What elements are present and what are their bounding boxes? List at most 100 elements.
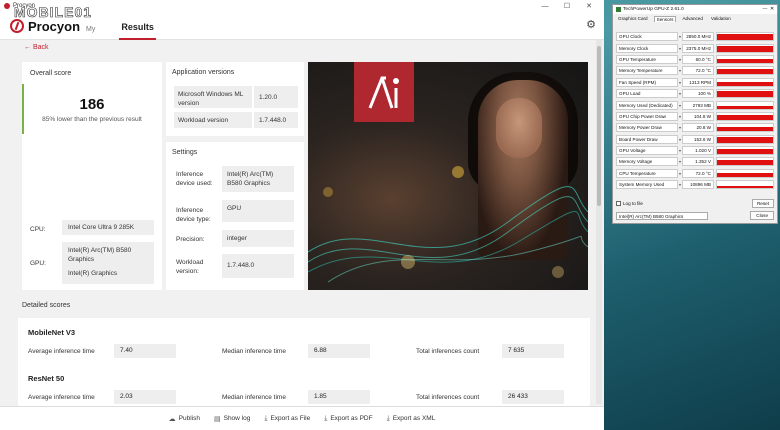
gpuz-sensor-label[interactable]: Memory Clock	[616, 43, 678, 53]
gpuz-sensor-value: 1.352 V	[682, 157, 714, 167]
score-comparison: 85% lower than the previous result	[42, 116, 142, 123]
download-icon: ⤓	[324, 414, 328, 422]
gpuz-sensor-graph	[716, 43, 774, 53]
export-pdf-button[interactable]: ⤓ Export as PDF	[324, 415, 372, 423]
ai-logo	[354, 62, 414, 122]
close-button[interactable]: ✕	[578, 2, 600, 10]
cpu-value: Intel Core Ultra 9 285K	[62, 220, 154, 235]
ai-logo-icon	[368, 76, 399, 109]
gpuz-tab-graphics-card[interactable]: Graphics Card	[616, 16, 650, 21]
tab-results[interactable]: Results	[119, 22, 156, 40]
minimize-button[interactable]: —	[534, 3, 556, 10]
application-versions-title: Application versions	[172, 69, 235, 76]
maximize-button[interactable]: ☐	[556, 2, 578, 10]
scrollbar-thumb[interactable]	[597, 46, 601, 206]
vertical-scrollbar[interactable]	[596, 40, 602, 404]
gpuz-sensor-label[interactable]: System Memory Used	[616, 180, 678, 190]
gpuz-sensor-value: 72.0 °C	[682, 168, 714, 178]
gpuz-sensor-row: Memory Clock ▾ 2375.0 MHz	[616, 42, 776, 53]
precision-label: Precision:	[176, 236, 205, 243]
mobilenet-avg-value: 7.40	[114, 344, 176, 358]
gpuz-sensor-graph	[716, 54, 774, 64]
inference-device-label: Inference device used:	[176, 171, 213, 187]
gpuz-sensor-label[interactable]: Memory Temperature	[616, 66, 678, 76]
resnet-total-label: Total inferences count	[416, 394, 480, 401]
inference-type-value: GPU	[222, 200, 294, 222]
mobilenet-avg-label: Average inference time	[28, 348, 95, 355]
procyon-window: Procyon — ☐ ✕ Procyon My Results ⚙ MOBIL…	[0, 0, 604, 430]
gpuz-sensor-graph	[716, 111, 774, 121]
gpuz-close-button[interactable]: ✕	[770, 7, 774, 12]
gpuz-sensor-label[interactable]: Fan Speed (RPM)	[616, 77, 678, 87]
watermark: MOBILE01	[14, 4, 93, 21]
back-link[interactable]: ← Back	[24, 44, 49, 51]
gpuz-sensor-label[interactable]: GPU Voltage	[616, 146, 678, 156]
gpuz-sensor-graph-fill	[717, 45, 773, 52]
gpu-value-primary: Intel(R) Arc(TM) B580 Graphics	[68, 247, 132, 263]
cloud-upload-icon: ☁	[168, 415, 176, 423]
gpuz-sensor-label[interactable]: Memory Power Draw	[616, 123, 678, 133]
gpuz-sensor-row: Memory Voltage ▾ 1.352 V	[616, 156, 776, 167]
gpuz-tab-advanced[interactable]: Advanced	[680, 16, 704, 21]
export-file-button[interactable]: ⤓ Export as File	[264, 415, 310, 423]
document-icon: ▤	[213, 415, 221, 423]
gpuz-sensor-label[interactable]: Memory Used (Dedicated)	[616, 100, 678, 110]
gpuz-tab-sensors[interactable]: Sensors	[653, 15, 677, 22]
gpuz-sensor-value: 2375.0 MHz	[682, 43, 714, 53]
export-pdf-label: Export as PDF	[330, 415, 373, 422]
mobilenet-total-label: Total inferences count	[416, 348, 480, 355]
brand-name: Procyon	[28, 18, 81, 34]
gpuz-sensor-value: 2850.0 MHz	[682, 32, 714, 42]
mobilenet-median-label: Median inference time	[222, 348, 286, 355]
download-icon: ⤓	[386, 414, 390, 422]
gear-icon[interactable]: ⚙	[586, 18, 596, 31]
gpuz-sensor-value: 10896 MB	[682, 180, 714, 190]
gpuz-title-bar: TechPowerUp GPU-Z 2.61.0 — ✕	[613, 5, 777, 14]
export-xml-label: Export as XML	[392, 415, 436, 422]
gpu-value: Intel(R) Arc(TM) B580 Graphics Intel(R) …	[62, 242, 154, 284]
brand-sub: My	[86, 25, 96, 33]
gpuz-sensor-graph	[716, 146, 774, 156]
gpuz-sensor-label[interactable]: GPU Clock	[616, 32, 678, 42]
log-to-file-label: Log to file	[623, 201, 643, 206]
gpuz-sensor-value: 1.020 V	[682, 146, 714, 156]
gpuz-sensor-graph-fill	[717, 160, 773, 166]
back-label: Back	[32, 44, 49, 51]
overall-score-value: 186	[79, 96, 105, 113]
gpuz-sensor-row: GPU Temperature ▾ 60.0 °C	[616, 54, 776, 65]
workload-version-value: 1.7.448.0	[254, 112, 298, 128]
person-face	[496, 98, 542, 158]
gpuz-sensor-graph-fill	[717, 58, 773, 63]
gpuz-device-select[interactable]: Intel(R) Arc(TM) B580 Graphics	[616, 212, 708, 220]
settings-panel: Settings Inference device used: Intel(R)…	[166, 142, 304, 290]
publish-button[interactable]: ☁ Publish	[169, 415, 200, 423]
gpuz-sensor-label[interactable]: GPU Load	[616, 89, 678, 99]
checkbox-icon	[616, 201, 621, 206]
export-xml-button[interactable]: ⤓ Export as XML	[387, 415, 436, 423]
gpuz-sensor-value: 20.8 W	[682, 123, 714, 133]
gpuz-sensor-graph-fill	[717, 90, 773, 98]
gpuz-sensor-label[interactable]: CPU Temperature	[616, 168, 678, 178]
gpuz-tab-validation[interactable]: Validation	[709, 16, 733, 21]
inference-type-label: Inference device type:	[176, 207, 211, 223]
settings-title: Settings	[172, 149, 198, 156]
gpuz-sensor-label[interactable]: Board Power Draw	[616, 134, 678, 144]
gpuz-sensor-label[interactable]: GPU Chip Power Draw	[616, 111, 678, 121]
gpuz-sensor-row: GPU Clock ▾ 2850.0 MHz	[616, 31, 776, 42]
resnet-avg-label: Average inference time	[28, 394, 95, 401]
gpuz-sensor-graph	[716, 66, 774, 76]
gpuz-sensor-label[interactable]: GPU Temperature	[616, 54, 678, 64]
overall-score-label: Overall score	[30, 70, 72, 77]
gpuz-sensor-label[interactable]: Memory Voltage	[616, 157, 678, 167]
mobilenet-total-value: 7 635	[502, 344, 564, 358]
gpuz-close-dialog-button[interactable]: Close	[750, 211, 774, 220]
show-log-button[interactable]: ▤ Show log	[214, 415, 250, 423]
resnet-total-value: 26 433	[502, 390, 564, 404]
gpuz-sensor-graph	[716, 134, 774, 144]
footer-toolbar: ☁ Publish ▤ Show log ⤓ Export as File ⤓ Expo…	[0, 406, 604, 430]
gpuz-sensor-value: 153.6 W	[682, 134, 714, 144]
gpuz-reset-button[interactable]: Reset	[751, 199, 774, 208]
gpuz-minimize-button[interactable]: —	[763, 7, 770, 12]
resnet-median-value: 1.85	[308, 390, 370, 404]
gpuz-bottom-controls: Log to file Reset Intel(R) Arc(TM) B580 …	[616, 199, 776, 220]
